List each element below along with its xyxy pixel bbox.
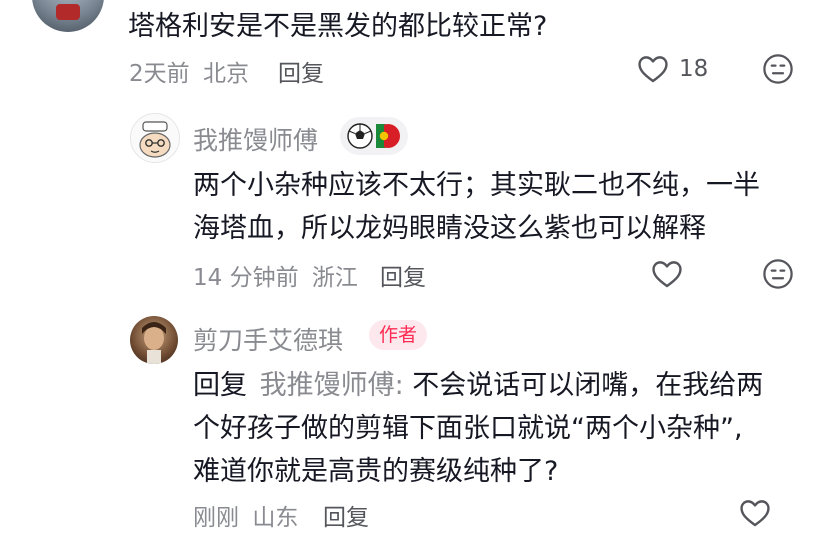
heart-icon[interactable]	[650, 257, 684, 291]
comment-text-line: 两个小杂种应该不太行；其实耿二也不纯，一半	[193, 170, 760, 201]
comment-location: 山东	[252, 505, 299, 531]
comment-time: 刚刚	[193, 505, 239, 531]
author-badge: 作者	[369, 320, 428, 350]
comment-text: 塔格利安是不是黑发的都比较正常?	[128, 11, 548, 42]
comment-username[interactable]: 我推馒师傅	[193, 121, 318, 157]
comment-location: 浙江	[311, 265, 358, 291]
avatar[interactable]	[32, 0, 104, 32]
comment-text-line: 难道你就是高贵的赛级纯种了?	[193, 456, 559, 487]
comment-text-line: 回复 我推馒师傅: 不会说话可以闭嘴，在我给两	[193, 368, 763, 404]
comment-location: 北京	[202, 61, 249, 87]
reply-button[interactable]: 回复	[323, 498, 369, 532]
reply-button[interactable]: 回复	[278, 54, 324, 88]
comment-text-line: 个好孩子做的剪辑下面张口就说“两个小杂种”,	[193, 413, 743, 444]
like-count: 18	[679, 56, 709, 82]
comment-time: 2天前	[129, 61, 190, 87]
comment-meta: 刚刚 山东	[193, 498, 298, 532]
comment-text-line: 海塔血，所以龙妈眼睛没这么紫也可以解释	[193, 213, 706, 244]
comment-meta: 14 分钟前 浙江	[193, 258, 358, 292]
comment-text: 不会说话可以闭嘴，在我给两	[412, 370, 764, 401]
heart-icon[interactable]	[636, 52, 670, 86]
reply-prefix: 回复	[193, 370, 247, 401]
avatar[interactable]	[130, 113, 180, 163]
meh-face-icon[interactable]	[761, 52, 795, 86]
badge-icon	[340, 117, 408, 155]
comment-time: 14 分钟前	[193, 265, 299, 291]
mention-link[interactable]: 我推馒师傅:	[260, 370, 404, 401]
reply-button[interactable]: 回复	[380, 258, 426, 292]
avatar[interactable]	[130, 316, 178, 364]
comment-username[interactable]: 剪刀手艾德琪	[193, 321, 343, 357]
meh-face-icon[interactable]	[761, 257, 795, 291]
heart-icon[interactable]	[738, 496, 772, 530]
comment-meta: 2天前 北京	[129, 54, 249, 88]
